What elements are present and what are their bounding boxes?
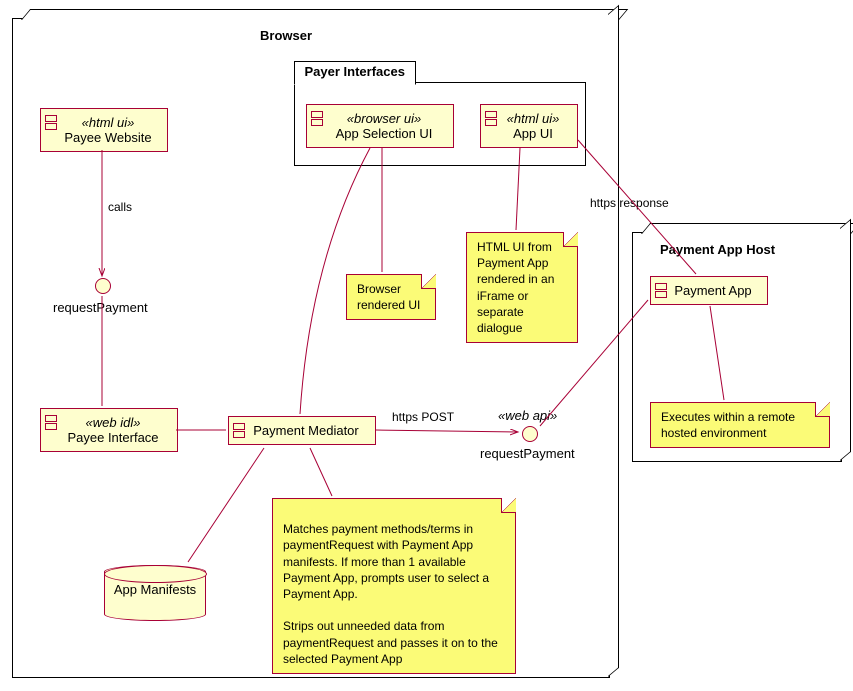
app-selection-ui-component: «browser ui» App Selection UI bbox=[306, 104, 454, 148]
payee-website-name: Payee Website bbox=[63, 130, 153, 145]
app-manifests-db: App Manifests bbox=[104, 565, 206, 621]
payment-app-name: Payment App bbox=[673, 283, 753, 298]
payee-website-stereotype: «html ui» bbox=[63, 115, 153, 130]
payee-interface-stereotype: «web idl» bbox=[63, 415, 163, 430]
payment-app-component: Payment App bbox=[650, 276, 768, 305]
payment-app-note: Executes within a remote hosted environm… bbox=[650, 402, 830, 448]
payee-interface-name: Payee Interface bbox=[63, 430, 163, 445]
request-payment-2-label: requestPayment bbox=[480, 446, 575, 461]
browser-title: Browser bbox=[260, 28, 312, 43]
mediator-note-text: Matches payment methods/terms in payment… bbox=[283, 522, 498, 666]
app-ui-component: «html ui» App UI bbox=[480, 104, 578, 148]
payment-app-note-text: Executes within a remote hosted environm… bbox=[661, 410, 795, 440]
app-selection-ui-stereotype: «browser ui» bbox=[329, 111, 439, 126]
https-response-label: https response bbox=[590, 196, 669, 210]
request-payment-2-stereotype: «web api» bbox=[498, 408, 557, 423]
mediator-note: Matches payment methods/terms in payment… bbox=[272, 498, 516, 674]
app-ui-name: App UI bbox=[503, 126, 563, 141]
app-ui-stereotype: «html ui» bbox=[503, 111, 563, 126]
calls-label: calls bbox=[108, 200, 132, 214]
payment-mediator-component: Payment Mediator bbox=[228, 416, 376, 445]
request-payment-2-icon bbox=[522, 426, 538, 442]
payee-website-component: «html ui» Payee Website bbox=[40, 108, 168, 152]
browser-rendered-ui-text: Browser rendered UI bbox=[357, 282, 420, 312]
html-ui-note: HTML UI from Payment App rendered in an … bbox=[466, 232, 578, 343]
app-selection-ui-name: App Selection UI bbox=[329, 126, 439, 141]
app-manifests-label: App Manifests bbox=[105, 582, 205, 597]
payee-interface-component: «web idl» Payee Interface bbox=[40, 408, 178, 452]
payment-app-host-title: Payment App Host bbox=[660, 242, 775, 257]
request-payment-1-label: requestPayment bbox=[53, 300, 148, 315]
payment-mediator-name: Payment Mediator bbox=[251, 423, 361, 438]
browser-rendered-ui-note: Browser rendered UI bbox=[346, 274, 436, 320]
https-post-label: https POST bbox=[392, 410, 454, 424]
html-ui-note-text: HTML UI from Payment App rendered in an … bbox=[477, 240, 554, 335]
request-payment-1-icon bbox=[95, 278, 111, 294]
payer-interfaces-tab: Payer Interfaces bbox=[294, 61, 416, 85]
